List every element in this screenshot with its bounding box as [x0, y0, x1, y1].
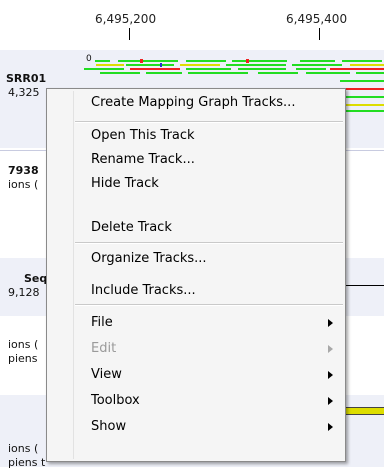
submenu-arrow-icon	[328, 423, 333, 431]
menu-item-edit: Edit	[49, 337, 343, 361]
track-subtitle: piens track	[8, 456, 46, 469]
menu-item-label: Hide Track	[91, 176, 159, 191]
track-name: Seq	[24, 272, 46, 285]
ruler-tick-label: 6,495,200	[95, 12, 157, 26]
track-count: 9,128	[8, 286, 40, 299]
ruler-tick-label: 6,495,400	[286, 12, 348, 26]
menu-item-label: View	[91, 367, 122, 382]
menu-item-delete-track[interactable]: Delete Track	[49, 216, 343, 240]
menu-item-label: Delete Track	[91, 220, 172, 235]
menu-item-label: File	[91, 315, 113, 330]
menu-item-label: Edit	[91, 341, 117, 356]
ruler-tick	[129, 28, 130, 40]
menu-item-label: Rename Track...	[91, 152, 195, 167]
track-subtitle: ions (	[8, 442, 39, 455]
menu-item-label: Open This Track	[91, 128, 195, 143]
track-subtitle: ions (	[8, 178, 39, 191]
submenu-arrow-icon	[328, 345, 333, 353]
menu-item-create-mapping-graph-tracks[interactable]: Create Mapping Graph Tracks...	[49, 91, 343, 115]
menu-item-include-tracks[interactable]: Include Tracks...	[49, 279, 343, 303]
menu-item-file[interactable]: File	[49, 311, 343, 335]
menu-item-toolbox[interactable]: Toolbox	[49, 389, 343, 413]
submenu-arrow-icon	[328, 371, 333, 379]
menu-item-label: Organize Tracks...	[91, 251, 207, 266]
coordinate-ruler: 6,495,200 6,495,400	[0, 0, 384, 48]
annotation-bar	[344, 407, 384, 415]
menu-item-label: Toolbox	[91, 393, 140, 408]
track-context-menu: Create Mapping Graph Tracks... Open This…	[46, 88, 346, 462]
ruler-tick	[319, 28, 320, 40]
menu-separator	[75, 304, 343, 306]
menu-item-show[interactable]: Show	[49, 415, 343, 439]
menu-item-rename-track[interactable]: Rename Track...	[49, 148, 343, 172]
menu-item-label: Show	[91, 419, 127, 434]
submenu-arrow-icon	[328, 319, 333, 327]
menu-item-hide-track[interactable]: Hide Track	[49, 172, 343, 196]
menu-item-organize-tracks[interactable]: Organize Tracks...	[49, 247, 343, 271]
track-subtitle: ions (	[8, 338, 39, 351]
menu-item-view[interactable]: View	[49, 363, 343, 387]
track-subtitle: piens	[8, 352, 38, 365]
track-name: 7938	[8, 164, 39, 177]
menu-item-open-this-track[interactable]: Open This Track	[49, 124, 343, 148]
submenu-arrow-icon	[328, 397, 333, 405]
sequence-line	[344, 285, 384, 286]
menu-separator	[75, 121, 343, 123]
menu-item-label: Include Tracks...	[91, 283, 196, 298]
menu-item-label: Create Mapping Graph Tracks...	[91, 95, 296, 110]
menu-separator	[75, 242, 343, 244]
